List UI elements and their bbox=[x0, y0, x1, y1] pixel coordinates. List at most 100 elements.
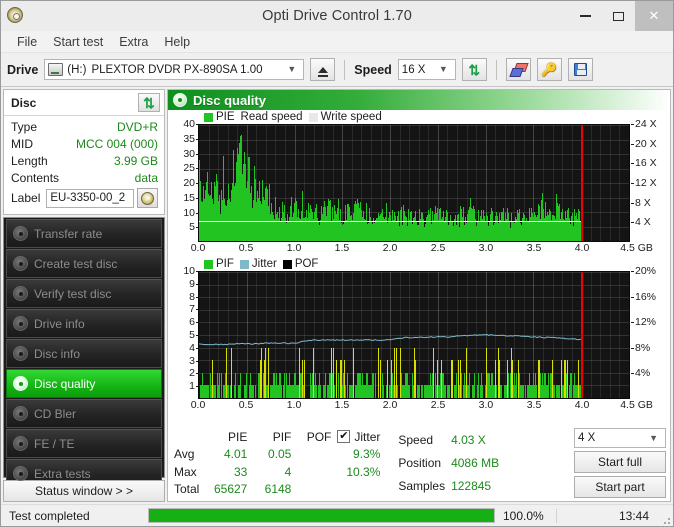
sidebar-item-transfer-rate[interactable]: Transfer rate bbox=[6, 219, 162, 248]
app-window: Opti Drive Control 1.70 ✕ File Start tes… bbox=[0, 0, 674, 527]
info-key-speed: Speed bbox=[398, 432, 434, 447]
refresh-button[interactable]: ⇅ bbox=[461, 58, 487, 81]
sidebar-item-drive-info[interactable]: Drive info bbox=[6, 309, 162, 338]
start-full-button[interactable]: Start full bbox=[574, 451, 666, 473]
legend-item-write-speed: Write speed bbox=[308, 111, 382, 123]
speed-select-value: 16 X bbox=[401, 63, 426, 76]
left-column: Disc ⇅ Type DVD+R MID MCC 004 (000) Leng… bbox=[3, 89, 165, 502]
x-tick-label: 2.5 bbox=[430, 399, 446, 411]
disc-label-input[interactable]: EU-3350-00_2 bbox=[46, 188, 134, 208]
eject-icon bbox=[317, 66, 328, 77]
y2-tick-label: 20% bbox=[630, 265, 657, 277]
test-speed-select[interactable]: 4 X ▼ bbox=[574, 428, 666, 448]
cell-avg-pof bbox=[297, 446, 337, 464]
row-label-max: Max bbox=[174, 464, 197, 479]
actions-panel: 4 X ▼ Start full Start part bbox=[574, 428, 666, 498]
jitter-checkbox[interactable]: ✔ bbox=[337, 430, 351, 444]
sidebar-item-verify-test-disc[interactable]: Verify test disc bbox=[6, 279, 162, 308]
drive-label: Drive bbox=[7, 62, 39, 77]
status-window-button[interactable]: Status window > > bbox=[3, 480, 165, 502]
row-label-avg: Avg bbox=[174, 447, 195, 462]
minimize-button[interactable] bbox=[569, 1, 602, 31]
pie-plot-area[interactable] bbox=[198, 124, 630, 242]
pie-y-axis-right: 4 X 8 X 12 X 16 X 20 X 24 X bbox=[630, 118, 670, 242]
maximize-button[interactable] bbox=[602, 1, 635, 31]
y-tick-label: 20 bbox=[183, 177, 199, 189]
disc-row-value: DVD+R bbox=[116, 120, 158, 134]
cell-max-pif: 4 bbox=[284, 464, 292, 479]
y-tick-label: 25 bbox=[183, 162, 199, 175]
pif-x-axis: 0.0 0.5 1.0 1.5 2.0 2.5 3.0 3.5 4.0 4.5 GB bbox=[191, 399, 653, 414]
pif-plot-wrap: 1 2 3 4 5 6 7 8 9 10 4% 8% 12% 16% 20% bbox=[168, 265, 670, 399]
key-button[interactable]: 🔑 bbox=[536, 58, 562, 81]
disc-row-key: MID bbox=[11, 137, 33, 151]
speed-select[interactable]: 16 X ▼ bbox=[397, 59, 456, 80]
sidebar-item-label: Disc info bbox=[34, 346, 81, 361]
x-tick-label: 0.0 bbox=[190, 399, 206, 411]
key-icon: 🔑 bbox=[541, 62, 558, 77]
disc-row-key: Length bbox=[11, 154, 48, 168]
legend-item-pof: POF bbox=[282, 258, 318, 270]
disc-row-value: 3.99 GB bbox=[113, 154, 158, 168]
chevron-down-icon: ▼ bbox=[287, 64, 297, 74]
disc-refresh-button[interactable]: ⇅ bbox=[138, 93, 160, 112]
sidebar-item-create-test-disc[interactable]: Create test disc bbox=[6, 249, 162, 278]
y-tick-label: 1 bbox=[189, 380, 199, 393]
cell-total-jitter bbox=[337, 481, 386, 499]
x-tick-label: 0.5 bbox=[238, 242, 254, 254]
disc-info-panel: Disc ⇅ Type DVD+R MID MCC 004 (000) Leng… bbox=[3, 89, 165, 215]
drive-select-value: PLEXTOR DVDR PX-890SA 1.00 bbox=[91, 63, 263, 76]
stats-area: PIE PIF POF ✔ Jitter Avg 4.01 0.05 9.3% … bbox=[168, 425, 670, 501]
disc-icon bbox=[13, 406, 28, 421]
x-tick-label: 1.5 bbox=[334, 399, 350, 411]
menu-item-extra[interactable]: Extra bbox=[111, 33, 156, 51]
disc-icon bbox=[13, 346, 28, 361]
legend-label: Read speed bbox=[240, 111, 303, 123]
jitter-line bbox=[199, 333, 582, 346]
x-tick-label: 1.0 bbox=[286, 399, 302, 411]
column-header-pie: PIE bbox=[228, 429, 248, 444]
sidebar-item-fe-te[interactable]: FE / TE bbox=[6, 429, 162, 458]
erase-button[interactable] bbox=[505, 58, 531, 81]
close-button[interactable]: ✕ bbox=[635, 1, 673, 31]
info-key-samples: Samples bbox=[398, 479, 446, 494]
start-part-button[interactable]: Start part bbox=[574, 476, 666, 498]
legend-item-read-speed: Read speed bbox=[241, 111, 303, 123]
eject-button[interactable] bbox=[310, 58, 336, 81]
sidebar-item-label: Extra tests bbox=[34, 466, 91, 481]
y2-tick-label: 8 X bbox=[631, 196, 651, 209]
sidebar-item-disc-quality[interactable]: Disc quality bbox=[6, 369, 162, 398]
save-button[interactable] bbox=[567, 58, 593, 81]
y2-tick-label: 16% bbox=[630, 290, 657, 303]
disc-icon bbox=[13, 376, 28, 391]
x-tick-label: 4.0 bbox=[574, 242, 590, 254]
disc-label-button[interactable] bbox=[137, 188, 158, 208]
x-tick-label: 2.0 bbox=[382, 242, 398, 254]
sidebar-item-cd-bler[interactable]: CD Bler bbox=[6, 399, 162, 428]
legend-swatch bbox=[282, 259, 292, 269]
legend-item-jitter: Jitter bbox=[239, 258, 277, 270]
table-header-row: PIE PIF POF ✔ Jitter bbox=[174, 428, 386, 446]
menu-item-help[interactable]: Help bbox=[156, 33, 198, 51]
title-bar: Opti Drive Control 1.70 ✕ bbox=[1, 1, 673, 31]
drive-select[interactable]: (H:) PLEXTOR DVDR PX-890SA 1.00 ▼ bbox=[44, 59, 305, 80]
pif-y-axis-left: 1 2 3 4 5 6 7 8 9 10 bbox=[168, 265, 199, 399]
table-row: Total 65627 6148 bbox=[174, 481, 386, 499]
table-row: Max 33 4 10.3% bbox=[174, 463, 386, 481]
y-tick-label: 9 bbox=[189, 277, 199, 290]
y-tick-label: 6 bbox=[189, 316, 199, 329]
x-tick-label: 1.0 bbox=[286, 242, 302, 254]
cell-total-pof bbox=[297, 481, 337, 499]
status-bar: Test completed 100.0% 13:44 bbox=[1, 504, 673, 527]
progress-bar bbox=[148, 508, 495, 523]
legend-item-pie: PIE bbox=[204, 111, 235, 123]
y2-tick-label: 20 X bbox=[631, 137, 657, 150]
menu-item-file[interactable]: File bbox=[9, 33, 45, 51]
info-table: Speed 4.03 X Position 4086 MB Samples 12… bbox=[398, 428, 505, 498]
sidebar-item-disc-info[interactable]: Disc info bbox=[6, 339, 162, 368]
disc-panel-title: Disc bbox=[11, 95, 37, 110]
menu-item-start-test[interactable]: Start test bbox=[45, 33, 111, 51]
y2-tick-label: 12% bbox=[630, 316, 657, 329]
pif-plot-area[interactable] bbox=[198, 271, 630, 399]
end-marker-line bbox=[581, 272, 583, 398]
